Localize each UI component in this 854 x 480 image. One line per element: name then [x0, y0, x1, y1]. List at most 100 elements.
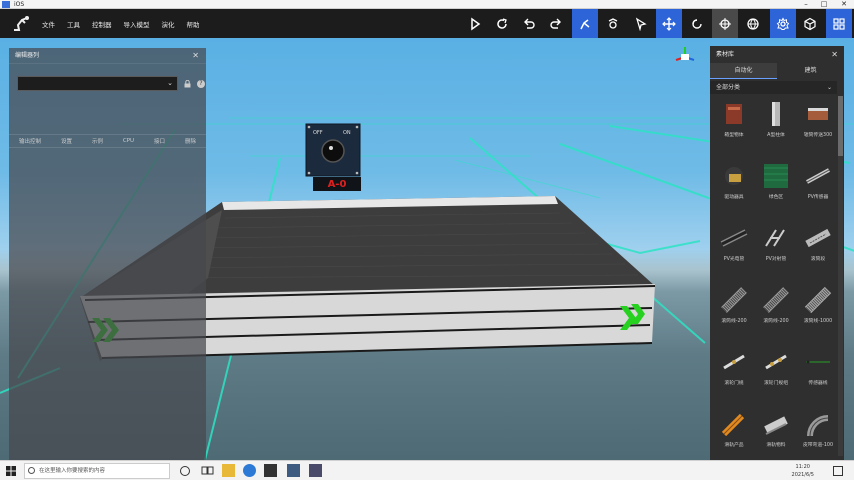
taskbar-search-box[interactable]: 在这里输入你要搜索的内容 — [24, 463, 170, 479]
asset-item-roller-line-1000[interactable]: 滚筒线-1000 — [798, 286, 838, 344]
select-tool-button[interactable] — [628, 9, 654, 38]
menu-controller[interactable]: 控制器 — [92, 19, 112, 29]
panel-title: 编辑器列 — [15, 52, 40, 59]
search-icon — [28, 467, 35, 474]
asset-label: 滚筒段 — [810, 257, 826, 262]
play-icon — [471, 17, 481, 30]
file-explorer-icon[interactable] — [222, 464, 235, 477]
asset-item-roller-section[interactable]: 滚筒段 — [798, 224, 838, 282]
asset-label: 箱型物体 — [724, 133, 744, 138]
asset-item-column[interactable]: A型柱体 — [756, 100, 796, 158]
menu-help[interactable]: 帮助 — [187, 19, 200, 29]
asset-thumbnail — [764, 416, 788, 435]
minimize-button[interactable]: – — [798, 0, 814, 9]
asset-label: 滑轨物料 — [766, 443, 786, 448]
asset-label: 滚轮门规 — [724, 381, 744, 386]
asset-thumbnail — [772, 102, 780, 126]
asset-thumbnail — [763, 287, 789, 313]
menu-bar: 文件 工具 控制器 导入模型 演化 帮助 — [42, 9, 212, 38]
asset-label: PV对射管 — [765, 257, 787, 262]
task-view-icon[interactable] — [201, 464, 214, 477]
reset-button[interactable] — [489, 9, 515, 38]
asset-label: PV传感器 — [807, 195, 829, 200]
asset-item-roller-conveyor[interactable]: 辊筒传送300 — [798, 100, 838, 158]
app2-taskbar-icon[interactable] — [287, 464, 300, 477]
cube-button[interactable] — [797, 9, 823, 38]
asset-item-green-zone[interactable]: 绿色区 — [756, 162, 796, 220]
notification-icon[interactable] — [832, 465, 844, 477]
asset-item-driver[interactable]: 驱动器具 — [714, 162, 754, 220]
menu-tools[interactable]: 工具 — [67, 19, 80, 29]
asset-thumbnail — [726, 104, 742, 124]
asset-item-roller-line-200a[interactable]: 滚筒线-200 — [714, 286, 754, 344]
col-example[interactable]: 示例 — [92, 137, 103, 145]
close-icon[interactable]: ✕ — [831, 46, 838, 63]
app-taskbar-icon[interactable] — [264, 464, 277, 477]
col-output-control[interactable]: 输出控制 — [19, 137, 41, 145]
camera-tool-button[interactable] — [600, 9, 626, 38]
category-dropdown[interactable]: 全部分类 ⌄ — [710, 81, 837, 94]
col-delete[interactable]: 删除 — [185, 137, 196, 145]
os-taskbar: 在这里输入你要搜索的内容 11:20 2021/6/5 — [0, 460, 854, 480]
asset-library-panel: 素材库 ✕ 自动化 建筑 全部分类 ⌄ 箱型物体 A型柱体 辊筒传送300 驱动器具 绿… — [710, 46, 844, 460]
tab-building[interactable]: 建筑 — [777, 63, 844, 79]
settings-button[interactable] — [770, 9, 796, 38]
robot-icon — [580, 18, 590, 29]
menu-file[interactable]: 文件 — [42, 19, 55, 29]
asset-thumbnail — [805, 228, 831, 248]
asset-thumbnail — [725, 167, 743, 185]
cortana-icon[interactable] — [180, 466, 190, 476]
asset-label: 滚轮门规组 — [764, 381, 788, 386]
menu-simulate[interactable]: 演化 — [162, 19, 175, 29]
col-settings[interactable]: 设置 — [61, 137, 72, 145]
switch-on-label: ON — [343, 130, 351, 136]
cursor-icon — [635, 17, 647, 31]
chevron-down-icon: ⌄ — [167, 79, 173, 87]
tab-automation[interactable]: 自动化 — [710, 63, 777, 79]
lock-icon[interactable] — [184, 80, 191, 88]
windows-start-icon[interactable] — [6, 466, 16, 476]
asset-label: 滑轨产品 — [724, 443, 744, 448]
app3-taskbar-icon[interactable] — [309, 464, 322, 477]
rotate-tool-button[interactable] — [684, 9, 710, 38]
view-orientation-gizmo[interactable] — [672, 44, 698, 70]
col-interface[interactable]: 接口 — [154, 137, 165, 145]
undo-button[interactable] — [516, 9, 542, 38]
redo-button[interactable] — [543, 9, 569, 38]
asset-item-pv-sensor[interactable]: PV传感器 — [798, 162, 838, 220]
play-button[interactable] — [462, 9, 488, 38]
asset-thumbnail — [808, 108, 828, 120]
gear-icon — [776, 16, 790, 30]
system-clock[interactable]: 11:20 2021/6/5 — [792, 463, 814, 479]
globe-icon — [747, 17, 759, 30]
camera-rotate-icon — [608, 17, 618, 29]
asset-item-roller-gate[interactable]: 滚轮门规 — [714, 348, 754, 406]
asset-label: 皮带弯道-100 — [802, 443, 834, 448]
library-scrollbar[interactable] — [838, 96, 843, 456]
asset-thumbnail — [765, 354, 787, 370]
asset-item-roller-line-200b[interactable]: 滚筒线-200 — [756, 286, 796, 344]
scrollbar-thumb[interactable] — [838, 96, 843, 156]
asset-thumbnail — [764, 164, 788, 188]
robot-tool-button[interactable] — [572, 9, 598, 38]
asset-thumbnail — [720, 229, 748, 247]
asset-item-pv-photocell[interactable]: PV光电管 — [714, 224, 754, 282]
controller-select[interactable]: ⌄ — [17, 76, 178, 91]
move-tool-button[interactable] — [656, 9, 682, 38]
close-window-button[interactable]: ✕ — [836, 0, 852, 9]
asset-item-box[interactable]: 箱型物体 — [714, 100, 754, 158]
asset-item-roller-gate-group[interactable]: 滚轮门规组 — [756, 348, 796, 406]
close-icon[interactable]: ✕ — [192, 48, 199, 64]
browser-icon[interactable] — [243, 464, 256, 477]
asset-item-sensor-line[interactable]: 传感器线 — [798, 348, 838, 406]
move-arrows-icon — [662, 16, 676, 31]
grid-layout-button[interactable] — [826, 9, 852, 38]
globe-button[interactable] — [740, 9, 766, 38]
menu-import-model[interactable]: 导入模型 — [124, 19, 150, 29]
target-tool-button[interactable] — [712, 9, 738, 38]
switch-name-label: A-0 — [327, 179, 347, 190]
col-cpu[interactable]: CPU — [123, 138, 134, 144]
help-icon[interactable]: ? — [197, 80, 205, 88]
maximize-button[interactable]: □ — [816, 0, 832, 9]
asset-item-pv-through-beam[interactable]: PV对射管 — [756, 224, 796, 282]
